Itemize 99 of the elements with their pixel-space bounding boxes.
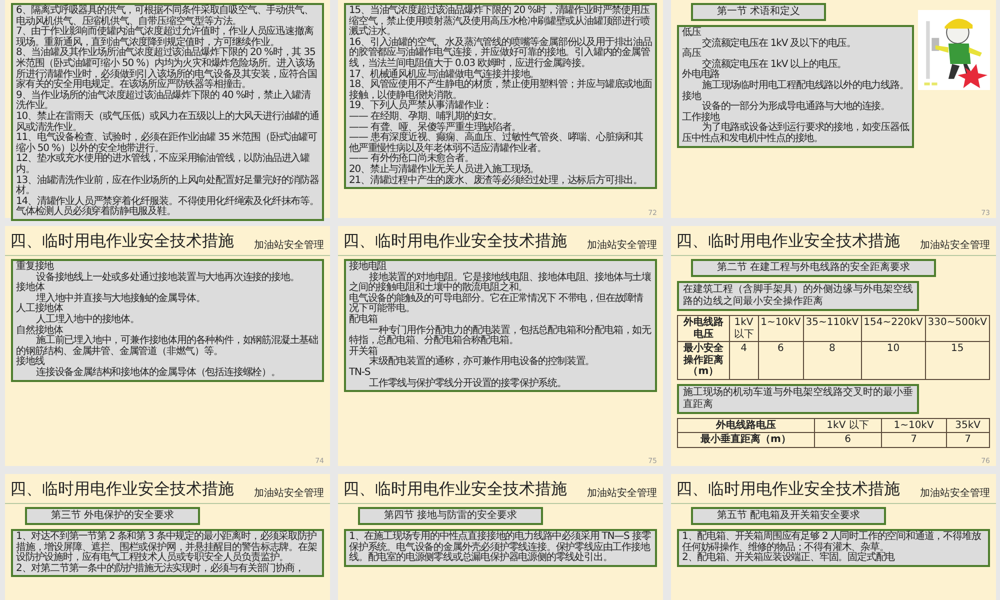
paragraph: 人工埋入地中的接地体。 <box>36 314 140 325</box>
table-cell: 6 <box>814 432 882 447</box>
paragraph: —— 在经期、孕期、哺乳期的妇女。 <box>349 112 502 122</box>
paragraph: 12、垫水或充水使用的进水管线，不应采用输油管线，以防油品进入罐内。 <box>16 154 310 175</box>
paragraph: 20、禁止与清罐作业无关人员进入施工现场。 <box>349 164 540 175</box>
paragraph: 16、引入油罐的空气、水及蒸汽管线的喷嘴等金属部份以及用于排出油品的胶管都应与油罐作电气连接，并应做好可靠的接地。引入罐内的金属管线，当法兰间电阻值大于 0.03 欧姆时，应进行金属跨接。 <box>349 38 652 69</box>
slide-subtitle: 加油站安全管理 <box>254 486 324 500</box>
paragraph: 交流额定电压在 1kV 以上的电压。 <box>702 60 848 70</box>
paragraph: 8、当油罐及其作业场所油气浓度超过该油品爆炸下限的 20 %时，其 35 米范围（卧式油罐可缩小 50 %）内均为火灾和爆炸危险场所。进入该场所进行清罐作业时，必须做到引入该场所的电气设备及其安装，应符合国家有关的安全用电规定。在该场所应严防铁器等相撞击。 <box>16 48 318 90</box>
paragraph: 开关箱 <box>349 346 378 357</box>
table-cell: 330~500kV <box>925 316 990 342</box>
slide-title: 四、临时用电作业安全技术措施 <box>676 231 900 252</box>
table-cell: 外电线路电压 <box>678 316 730 342</box>
slide-thumbnail[interactable] <box>671 226 996 466</box>
paragraph: 埋入地中并直接与大地接触的金属导体。 <box>36 294 206 304</box>
paragraph: 21、清罐过程中产生的废水、废渣等必须经过处理，达标后方可排出。 <box>349 176 644 186</box>
paragraph: 1、对达不到第一节第 2 条和第 3 条中规定的最小距离时，必须采取防护措施，增设屏障、遮拦、围栏或保护网，并悬挂醒目的警告标志牌。在架设防护设施时，应有电气工程技术人员或专职安全人员负责监护。 <box>16 532 318 564</box>
paragraph: 高压 <box>682 49 702 60</box>
table-cell: 1kV 以下 <box>729 316 758 342</box>
section-heading: 第四节 接地与防雷的安全要求 <box>358 507 544 525</box>
paragraph: 13、油罐清洗作业前，应在作业场所的上风向处配置好足量完好的消防器材。 <box>16 176 319 196</box>
paragraph: 施工前已埋入地中，可兼作接地体用的各种构件，如钢筋混凝土基础的钢筋结构、金属井管、金属管道（非燃气）等。 <box>16 336 319 357</box>
paragraph: 施工现场临时用电工程配电线路以外的电力线路。 <box>702 80 909 92</box>
slide-title: 四、临时用电作业安全技术措施 <box>343 231 567 252</box>
table-cell: 35~110kV <box>803 316 862 342</box>
paragraph: —— 有外伤疮口尚未愈合者。 <box>349 154 474 164</box>
paragraph: 重复接地 <box>16 262 54 272</box>
table-cell: 8 <box>803 342 862 379</box>
slide-subtitle: 加油站安全管理 <box>587 486 657 500</box>
paragraph: 接地线 <box>16 357 44 368</box>
slide-thumbnail[interactable]: 四、临时用电作业安全技术措施 加油站安全管理 第四节 接地与防雷的安全要求 1、在施工现场专用的中性点直接接地的电力线路中必须采用 TN—S 接零保护系统。电气设备的金属外壳必须护零线连接。保护零线应由工作接地线。配电室的电源侧零线或总漏电保护器电源侧的零线处引出。 <box>338 474 663 600</box>
paragraph: 电气设备的能触及的可导电部分。它在正常情况下 不带电，但在故障情况下可能带电。 <box>349 294 644 314</box>
paragraph: 接地 <box>682 92 702 102</box>
paragraph: 19、下列人员严禁从事清罐作业： <box>349 101 492 112</box>
table-cell: 154~220kV <box>861 316 926 342</box>
paragraph: 工作零线与保护零线分开设置的接零保护系统。 <box>368 378 568 390</box>
paragraph: 自然接地体 <box>16 326 64 336</box>
paragraph: 14、清罐作业人员严禁穿着化纤服装。不得使用化纤绳索及化纤抹布等。气体检测人员必须穿着防静电服及鞋。 <box>16 196 319 218</box>
slide-thumbnail[interactable]: 四、临时用电作业安全技术措施 加油站安全管理 第五节 配电箱及开关箱安全要求 1、配电箱、开关箱周围应有足够 2 人同时工作的空间和通道，不得堆放任何妨碍操作、维修的物品；不得有灌木、杂草。 2、配电箱、开关箱应装设端正、牢固。固定式配电 <box>671 474 996 600</box>
section-heading: 第一节 术语和定义 <box>691 3 826 21</box>
paragraph: —— 患有深度近视、癫痫、高血压、过敏性气管炎、哮喘、心脏病和其他严重慢性病以及年老体弱不适应清罐作业者。 <box>349 133 644 154</box>
paragraph: 1、在施工现场专用的中性点直接接地的电力线路中必须采用 TN—S 接零保护系统。电气设备的金属外壳必须护零线连接。保护零线应由工作接地线。配电室的电源侧零线或总漏电保护器电源侧的零线处引出。 <box>349 532 652 564</box>
paragraph: 低压 <box>682 28 702 39</box>
table-cell: 7 <box>946 432 990 447</box>
table-cell: 35kV <box>946 418 990 432</box>
paragraph: 设备接地线上一处或多处通过接地装置与大地再次连接的接地。 <box>36 272 300 283</box>
slide-title: 四、临时用电作业安全技术措施 <box>10 231 234 252</box>
paragraph: 接地装置的对地电阻。它是接地线电阻、接地体电阻、接地体与土壤之间的接触电阻和土壤中的散流电阻之和。 <box>349 272 652 294</box>
paragraph: 6、隔离式呼吸器具的供气，可根据不同条件采取自吸空气、手动供气、电动风机供气、压缩机供气、自带压缩空气型等方法。 <box>16 6 314 27</box>
paragraph: 连接设备金属结构和接地体的金属导体（包括连接螺栓）。 <box>35 368 282 379</box>
section-heading: 第三节 外电保护的安全要求 <box>25 507 200 525</box>
slide-title: 四、临时用电作业安全技术措施 <box>343 479 567 500</box>
table-cell: 外电线路电压 <box>678 418 814 432</box>
table-cell: 1kV 以下 <box>814 418 882 432</box>
paragraph: 7、由于作业影响而使罐内油气浓度超过允许值时，作业人员应迅速撤离现场。重新通风，直到油气浓度降到规定值时，方可继续作业。 <box>16 27 314 48</box>
slide-thumbnail[interactable] <box>338 226 663 466</box>
section-heading: 第五节 配电箱及开关箱安全要求 <box>691 507 886 525</box>
slide-thumbnail[interactable]: 四、临时用电作业安全技术措施 加油站安全管理 第三节 外电保护的安全要求 1、对达不到第一节第 2 条和第 3 条中规定的最小距离时，必须采取防护措施，增设屏障、遮拦、围栏或保护网，并悬挂醒目的警告标志牌。在架设防护设施时，应有电气工程技术人员或专职安全人员负责监护。 2、对第二节第一条中的防护措施无法实现时，必须与有关部门协商， <box>5 474 330 600</box>
paragraph: 10、禁止在雷雨天（或气压低）或风力在五级以上的大风天进行油罐的通风或清洗作业。 <box>16 112 319 133</box>
paragraph: 人工接地体 <box>16 304 64 314</box>
slide-subtitle: 加油站安全管理 <box>587 238 657 252</box>
paragraph: 接地电阻 <box>349 262 387 272</box>
paragraph: 18、风管应使用不产生静电的材质，禁止使用塑料管；并应与罐底或地面接触，以使静电很快消散。 <box>349 80 652 101</box>
table-cell: 最小垂直距离（m） <box>678 432 814 447</box>
table-cell: 6 <box>758 342 804 379</box>
slide-subtitle: 加油站安全管理 <box>920 238 990 252</box>
paragraph: 末级配电装置的通称，亦可兼作用电设备的控制装置。 <box>368 357 596 368</box>
paragraph: 工作接地 <box>682 112 721 123</box>
paragraph: 配电箱 <box>349 314 378 326</box>
slide-title: 四、临时用电作业安全技术措施 <box>10 479 234 500</box>
caption-box: 施工现场的机动车道与外电架空线路交叉时的最小垂直距离 <box>677 384 919 414</box>
table-cell: 1~10kV <box>758 316 804 342</box>
paragraph: TN-S <box>349 368 372 378</box>
paragraph: 交流额定电压在 1kV 及以下的电压。 <box>702 38 857 50</box>
paragraph: 15、当油气浓度超过该油品爆炸下限的 20 %时，清罐作业时严禁使用压缩空气，禁止使用喷射蒸汽及使用高压水枪冲刷罐壁或从油罐顶部进行喷溅式注水。 <box>349 6 650 38</box>
paragraph: 2、配电箱、开关箱应装设端正、牢固。固定式配电 <box>682 553 896 564</box>
table-cell: 15 <box>925 342 990 379</box>
slide-subtitle: 加油站安全管理 <box>920 486 990 500</box>
paragraph: 为了电路或设备达到运行要求的接地，如变压器低压中性点和发电机中性点的接地。 <box>682 123 909 145</box>
table-cell: 最小安全操作距离（m） <box>678 342 730 379</box>
table-cell: 7 <box>882 432 946 447</box>
section-heading: 第二节 在建工程与外电线路的安全距离要求 <box>691 259 936 277</box>
table-cell: 1~10kV <box>882 418 946 432</box>
slide-subtitle: 加油站安全管理 <box>254 238 324 252</box>
paragraph: —— 有聋、哑、呆傻等严重生理缺陷者。 <box>349 122 521 133</box>
paragraph: 接地体 <box>16 283 44 294</box>
slide-thumbnail[interactable] <box>338 0 663 218</box>
table-cell: 10 <box>861 342 926 379</box>
paragraph: 设备的一部分为形成导电通路与大地的连接。 <box>702 102 892 112</box>
paragraph: 1、配电箱、开关箱周围应有足够 2 人同时工作的空间和通道，不得堆放任何妨碍操作、维修的物品；不得有灌木、杂草。 <box>682 532 982 553</box>
paragraph: 2、对第二节第一条中的防护措施无法实现时，必须与有关部门协商， <box>16 564 305 574</box>
caption-box: 在建筑工程（含脚手架具）的外侧边缘与外电架空线路的边线之间最小安全操作距离 <box>677 281 919 311</box>
paragraph: 17、机械通风机应与油罐做电气连接并接地。 <box>349 70 540 80</box>
paragraph: 外电电路 <box>682 70 720 80</box>
table-cell: 4 <box>729 342 758 379</box>
paragraph: 11、电气设备检查、试验时，必须在距作业油罐 35 米范围（卧式油罐可缩小 50 %）以外的安全地带进行。 <box>16 133 318 154</box>
slide-title: 四、临时用电作业安全技术措施 <box>676 479 900 500</box>
paragraph: 一种专门用作分配电力的配电装置，包括总配电箱和分配电箱，如无特指，总配电箱、分配电箱合称配电箱。 <box>349 326 652 346</box>
paragraph: 9、当作业场所的油气浓度超过该油品爆炸下限的 40 %时，禁止入罐清洗作业。 <box>16 90 311 112</box>
